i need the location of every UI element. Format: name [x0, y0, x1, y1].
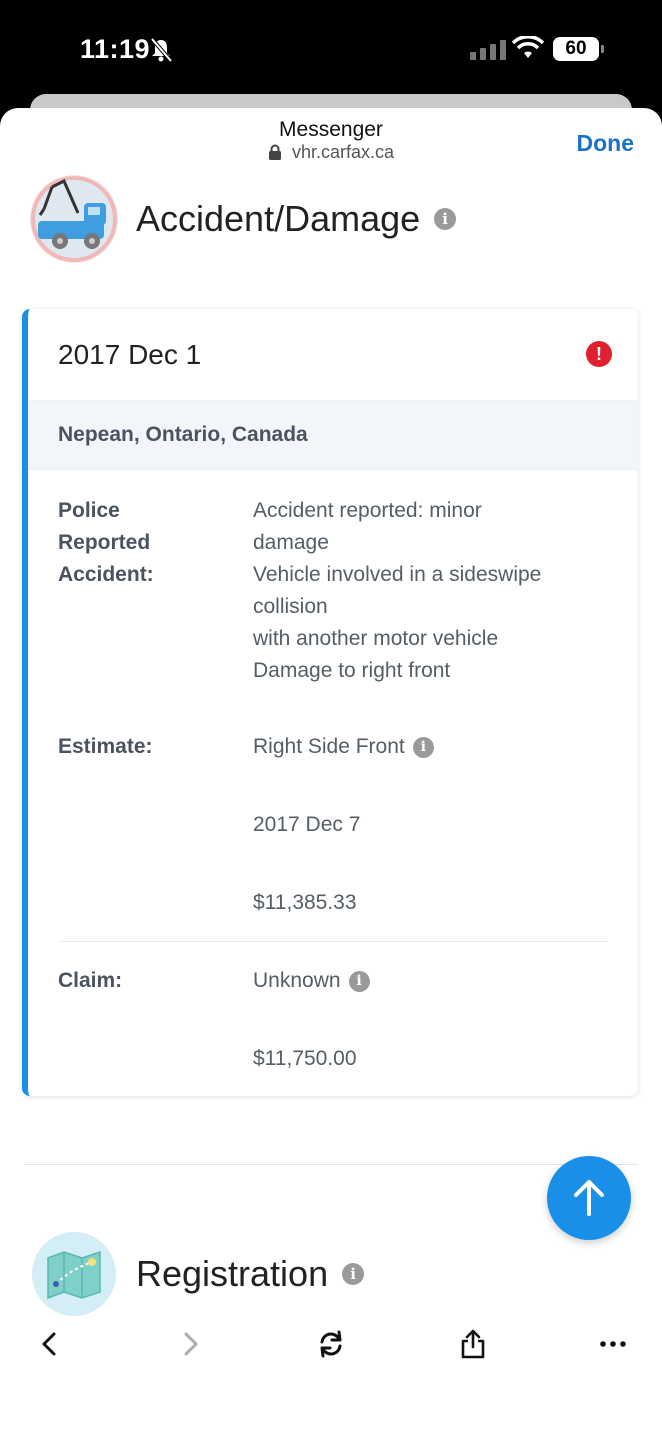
- claim-amount: $11,750.00: [253, 1047, 357, 1070]
- battery-indicator: 60: [553, 37, 604, 61]
- url-text: vhr.carfax.ca: [291, 142, 395, 162]
- lock-icon: [268, 144, 281, 160]
- app-name: Messenger: [279, 118, 383, 141]
- estimate-label: Estimate:: [58, 735, 153, 758]
- accident-record-card: 2017 Dec 1 ! Nepean, Ontario, Canada Pol…: [22, 309, 638, 1096]
- accident-section-title: Accident/Damage: [136, 198, 421, 239]
- status-bar: 11:19 60: [0, 0, 662, 100]
- info-icon[interactable]: i: [434, 208, 457, 230]
- detail-line: collision: [253, 595, 328, 618]
- record-location: Nepean, Ontario, Canada: [58, 423, 308, 446]
- police-label-line: Reported: [58, 531, 151, 554]
- section-divider: [24, 1164, 638, 1165]
- detail-line: damage: [253, 531, 329, 554]
- wifi-icon: [512, 36, 544, 58]
- reload-icon[interactable]: [316, 1329, 346, 1359]
- registration-section-title: Registration: [136, 1253, 329, 1294]
- record-date: 2017 Dec 1: [58, 339, 202, 370]
- back-icon[interactable]: [34, 1329, 64, 1359]
- detail-line: with another motor vehicle: [253, 627, 499, 650]
- detail-line: Vehicle involved in a sideswipe: [253, 563, 542, 586]
- info-icon[interactable]: i: [342, 1263, 365, 1285]
- status-time: 11:19: [80, 34, 151, 64]
- browser-header: Messenger vhr.carfax.ca Done: [0, 108, 662, 170]
- accident-section-header: Accident/Damage i: [30, 175, 457, 263]
- registration-section-header: Registration i: [30, 1230, 365, 1318]
- detail-line: Accident reported: minor: [253, 499, 482, 522]
- forward-icon[interactable]: [176, 1329, 206, 1359]
- detail-line: Damage to right front: [253, 659, 451, 682]
- estimate-amount: $11,385.33: [253, 891, 357, 914]
- browser-sheet: Messenger vhr.carfax.ca Done Accident/Da…: [0, 108, 662, 1440]
- tow-truck-icon: [30, 175, 118, 263]
- arrow-up-icon: [574, 1180, 604, 1216]
- police-label-line: Accident:: [58, 563, 154, 586]
- silent-bell-icon: [150, 38, 172, 62]
- police-reported-details: Accident reported: minor damage Vehicle …: [253, 495, 541, 687]
- cellular-signal-icon: [470, 40, 506, 60]
- estimate-area: Right Side Front: [253, 735, 405, 758]
- police-label-line: Police: [58, 499, 120, 522]
- info-icon[interactable]: i: [412, 736, 434, 758]
- map-icon: [30, 1230, 118, 1318]
- info-icon[interactable]: i: [348, 970, 370, 992]
- browser-toolbar: [0, 1313, 662, 1385]
- scroll-to-top-button[interactable]: [547, 1156, 631, 1240]
- estimate-date: 2017 Dec 7: [253, 813, 361, 836]
- share-icon[interactable]: [458, 1329, 488, 1359]
- url-bar[interactable]: vhr.carfax.ca: [0, 142, 662, 163]
- row-divider: [58, 941, 608, 942]
- claim-status-row: Unknown i: [253, 965, 370, 997]
- record-location-bar: Nepean, Ontario, Canada: [28, 400, 638, 470]
- alert-icon: !: [586, 341, 612, 367]
- claim-label: Claim:: [58, 969, 123, 992]
- police-reported-label: Police Reported Accident:: [58, 495, 238, 591]
- claim-status: Unknown: [253, 969, 341, 992]
- estimate-area-row: Right Side Front i: [253, 731, 434, 763]
- done-button[interactable]: Done: [577, 130, 635, 157]
- more-icon[interactable]: [598, 1329, 628, 1359]
